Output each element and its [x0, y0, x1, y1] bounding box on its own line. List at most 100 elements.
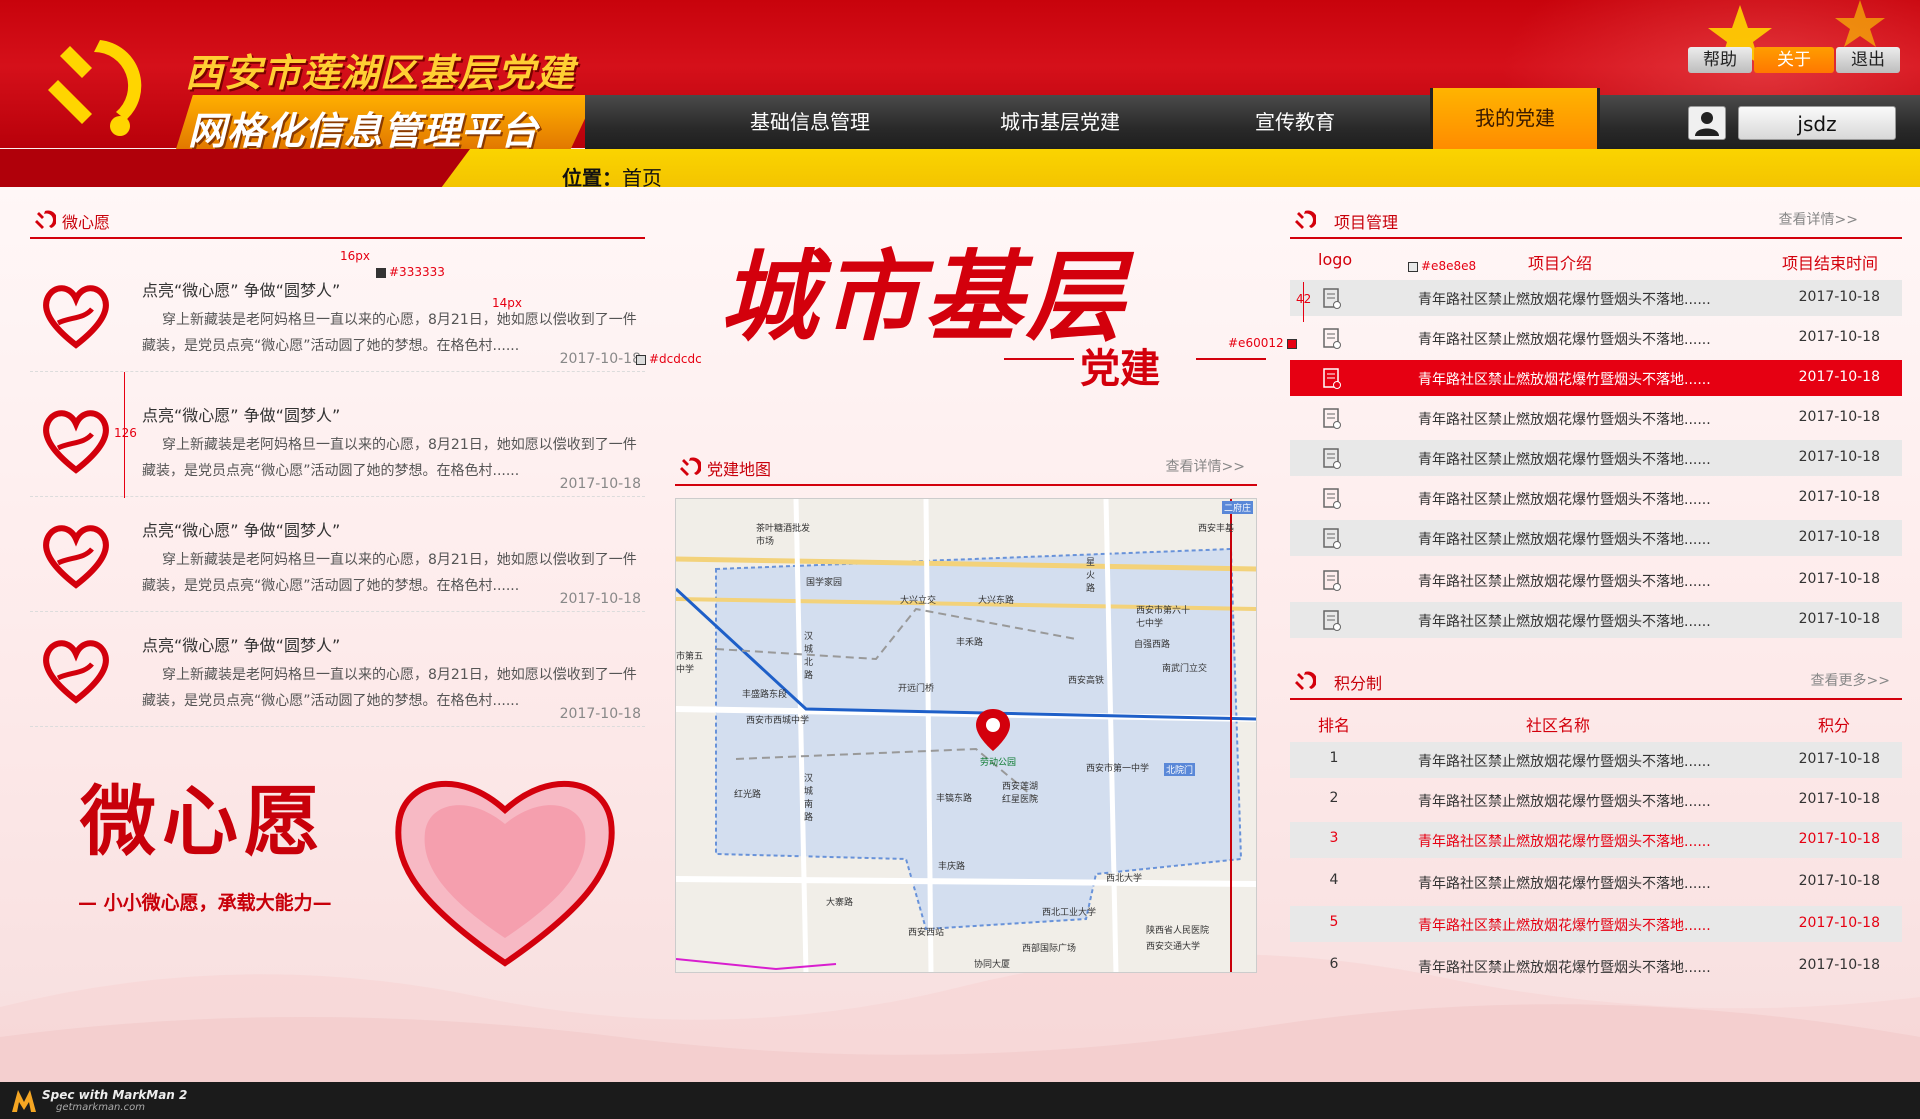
document-icon [1323, 488, 1341, 509]
map-label: 北院门 [1164, 763, 1196, 776]
map-label: 汉城北路 [804, 632, 814, 681]
nav-urban-party[interactable]: 城市基层党建 [970, 95, 1150, 149]
party-map[interactable]: 茶叶糖酒批发市场 国学家园 大兴东路 星火路 西安市第六十七中学 汉城北路 丰禾… [675, 498, 1257, 973]
project-intro: 青年路社区禁止燃放烟花爆竹暨烟头不落地...... [1418, 532, 1711, 548]
points-row-highlight[interactable]: 5 青年路社区禁止燃放烟花爆竹暨烟头不落地...... 2017-10-18 [1290, 906, 1902, 942]
project-intro: 青年路社区禁止燃放烟花爆竹暨烟头不落地...... [1418, 452, 1711, 468]
project-row[interactable]: 青年路社区禁止燃放烟花爆竹暨烟头不落地...... 2017-10-18 [1290, 480, 1902, 516]
map-label: 南武门立交 [1162, 664, 1208, 674]
map-label: 二府庄 [1222, 501, 1254, 514]
project-row-selected[interactable]: 青年路社区禁止燃放烟花爆竹暨烟头不落地...... 2017-10-18 [1290, 360, 1902, 396]
wish-item-title[interactable]: 点亮“微心愿” 争做“圆梦人” [142, 517, 340, 541]
username-display[interactable]: jsdz [1738, 106, 1896, 140]
wish-item-title[interactable]: 点亮“微心愿” 争做“圆梦人” [142, 632, 340, 656]
map-label: 西安市第六十七中学 [1136, 606, 1191, 629]
project-section-title: 项目管理 [1334, 213, 1399, 232]
wish-item-title[interactable]: 点亮“微心愿” 争做“圆梦人” [142, 277, 340, 301]
points-community: 青年路社区禁止燃放烟花爆竹暨烟头不落地...... [1418, 876, 1711, 892]
wish-item[interactable]: 点亮“微心愿” 争做“圆梦人” 穿上新藏装是老阿妈格旦一直以来的心愿，8月21日… [30, 497, 645, 612]
points-date: 2017-10-18 [1798, 791, 1880, 807]
map-label: 大寨路 [826, 898, 854, 908]
project-intro: 青年路社区禁止燃放烟花爆竹暨烟头不落地...... [1418, 292, 1711, 308]
points-rank: 5 [1329, 914, 1339, 930]
points-section-title: 积分制 [1334, 674, 1383, 693]
map-label: 自强西路 [1134, 640, 1171, 650]
wish-banner-title: 微心愿 [80, 777, 326, 866]
heart-collage-decoration [395, 780, 615, 967]
annotation-font-size-14: 14px [492, 296, 522, 310]
map-canvas[interactable] [676, 499, 1257, 973]
wish-item-date: 2017-10-18 [559, 706, 641, 722]
map-label: 西安莲湖红星医院 [1002, 782, 1039, 805]
map-label: 大兴东路 [978, 596, 1015, 606]
project-row[interactable]: 青年路社区禁止燃放烟花爆竹暨烟头不落地...... 2017-10-18 [1290, 562, 1902, 598]
nav-my-party[interactable]: 我的党建 [1430, 88, 1600, 154]
project-section-header: 项目管理 查看详情>> [1290, 203, 1902, 239]
annotation-font-size-16: 16px [340, 249, 370, 263]
points-row[interactable]: 2 青年路社区禁止燃放烟花爆竹暨烟头不落地...... 2017-10-18 [1290, 782, 1902, 818]
wish-item[interactable]: 点亮“微心愿” 争做“圆梦人” 穿上新藏装是老阿妈格旦一直以来的心愿，8月21日… [30, 257, 645, 372]
points-community: 青年路社区禁止燃放烟花爆竹暨烟头不落地...... [1418, 754, 1711, 770]
footer-site[interactable]: getmarkman.com [56, 1102, 145, 1113]
location-bar [0, 149, 1920, 187]
points-community: 青年路社区禁止燃放烟花爆竹暨烟头不落地...... [1418, 918, 1711, 934]
wish-item-date: 2017-10-18 [559, 476, 641, 492]
exit-button[interactable]: 退出 [1836, 47, 1900, 73]
points-row[interactable]: 4 青年路社区禁止燃放烟花爆竹暨烟头不落地...... 2017-10-18 [1290, 864, 1902, 900]
party-emblem-icon [680, 457, 701, 476]
map-more-link[interactable]: 查看详情>> [1166, 456, 1245, 476]
points-row[interactable]: 6 青年路社区禁止燃放烟花爆竹暨烟头不落地...... 2017-10-18 [1290, 948, 1902, 984]
wish-section-header: 微心愿 [30, 203, 645, 239]
footer: Spec with MarkMan 2 getmarkman.com [0, 1082, 1920, 1119]
wish-item-title[interactable]: 点亮“微心愿” 争做“圆梦人” [142, 402, 340, 426]
document-icon [1323, 328, 1341, 349]
points-col-score: 积分 [1818, 716, 1851, 735]
map-label: 国学家园 [806, 578, 843, 588]
map-label: 市第五中学 [676, 652, 704, 675]
project-row[interactable]: 青年路社区禁止燃放烟花爆竹暨烟头不落地...... 2017-10-18 [1290, 520, 1902, 556]
points-community: 青年路社区禁止燃放烟花爆竹暨烟头不落地...... [1418, 794, 1711, 810]
annotation-color-e8e8e8: #e8e8e8 [1408, 259, 1476, 273]
points-row[interactable]: 1 青年路社区禁止燃放烟花爆竹暨烟头不落地...... 2017-10-18 [1290, 742, 1902, 778]
points-rank: 2 [1329, 790, 1339, 806]
project-col-intro: 项目介绍 [1528, 254, 1593, 273]
points-section-header: 积分制 查看更多>> [1290, 664, 1902, 700]
map-section-title: 党建地图 [707, 460, 772, 479]
project-col-logo: logo [1318, 250, 1353, 269]
project-row[interactable]: 青年路社区禁止燃放烟花爆竹暨烟头不落地...... 2017-10-18 [1290, 400, 1902, 436]
project-more-link[interactable]: 查看详情>> [1779, 209, 1858, 229]
project-row[interactable]: 青年路社区禁止燃放烟花爆竹暨烟头不落地...... 2017-10-18 [1290, 320, 1902, 356]
annotation-color-333: #333333 [376, 265, 445, 279]
party-emblem-icon [1295, 671, 1316, 690]
map-label: 陕西省人民医院 [1146, 926, 1210, 936]
points-more-link[interactable]: 查看更多>> [1811, 670, 1890, 690]
project-row[interactable]: 青年路社区禁止燃放烟花爆竹暨烟头不落地...... 2017-10-18 [1290, 280, 1902, 316]
points-col-rank: 排名 [1318, 716, 1351, 735]
annotation-height-126: 126 [114, 426, 137, 440]
points-date: 2017-10-18 [1798, 957, 1880, 973]
party-emblem-logo [30, 28, 150, 148]
about-button[interactable]: 关于 [1754, 47, 1834, 73]
project-end-date: 2017-10-18 [1798, 489, 1880, 505]
project-end-date: 2017-10-18 [1798, 449, 1880, 465]
points-rank: 3 [1329, 830, 1339, 846]
document-icon [1323, 448, 1341, 469]
points-community: 青年路社区禁止燃放烟花爆竹暨烟头不落地...... [1418, 834, 1711, 850]
help-button[interactable]: 帮助 [1688, 47, 1752, 73]
wish-item[interactable]: 点亮“微心愿” 争做“圆梦人” 穿上新藏装是老阿妈格旦一直以来的心愿，8月21日… [30, 612, 645, 727]
platform-title-line1: 西安市莲湖区基层党建 [185, 51, 576, 95]
map-label: 西安市西城中学 [746, 716, 810, 726]
project-intro: 青年路社区禁止燃放烟花爆竹暨烟头不落地...... [1418, 614, 1711, 630]
map-label: 大兴立交 [900, 596, 937, 606]
document-icon [1323, 288, 1341, 309]
nav-basic-info[interactable]: 基础信息管理 [720, 95, 900, 149]
project-end-date: 2017-10-18 [1798, 611, 1880, 627]
points-rank: 1 [1329, 750, 1339, 766]
wish-banner-slogan: — 小小微心愿，承载大能力— [78, 892, 332, 914]
nav-publicity[interactable]: 宣传教育 [1205, 95, 1385, 149]
project-row[interactable]: 青年路社区禁止燃放烟花爆竹暨烟头不落地...... 2017-10-18 [1290, 602, 1902, 638]
project-row[interactable]: 青年路社区禁止燃放烟花爆竹暨烟头不落地...... 2017-10-18 [1290, 440, 1902, 476]
points-row-highlight[interactable]: 3 青年路社区禁止燃放烟花爆竹暨烟头不落地...... 2017-10-18 [1290, 822, 1902, 858]
party-emblem-icon [35, 210, 56, 229]
user-avatar-button[interactable] [1688, 106, 1726, 140]
